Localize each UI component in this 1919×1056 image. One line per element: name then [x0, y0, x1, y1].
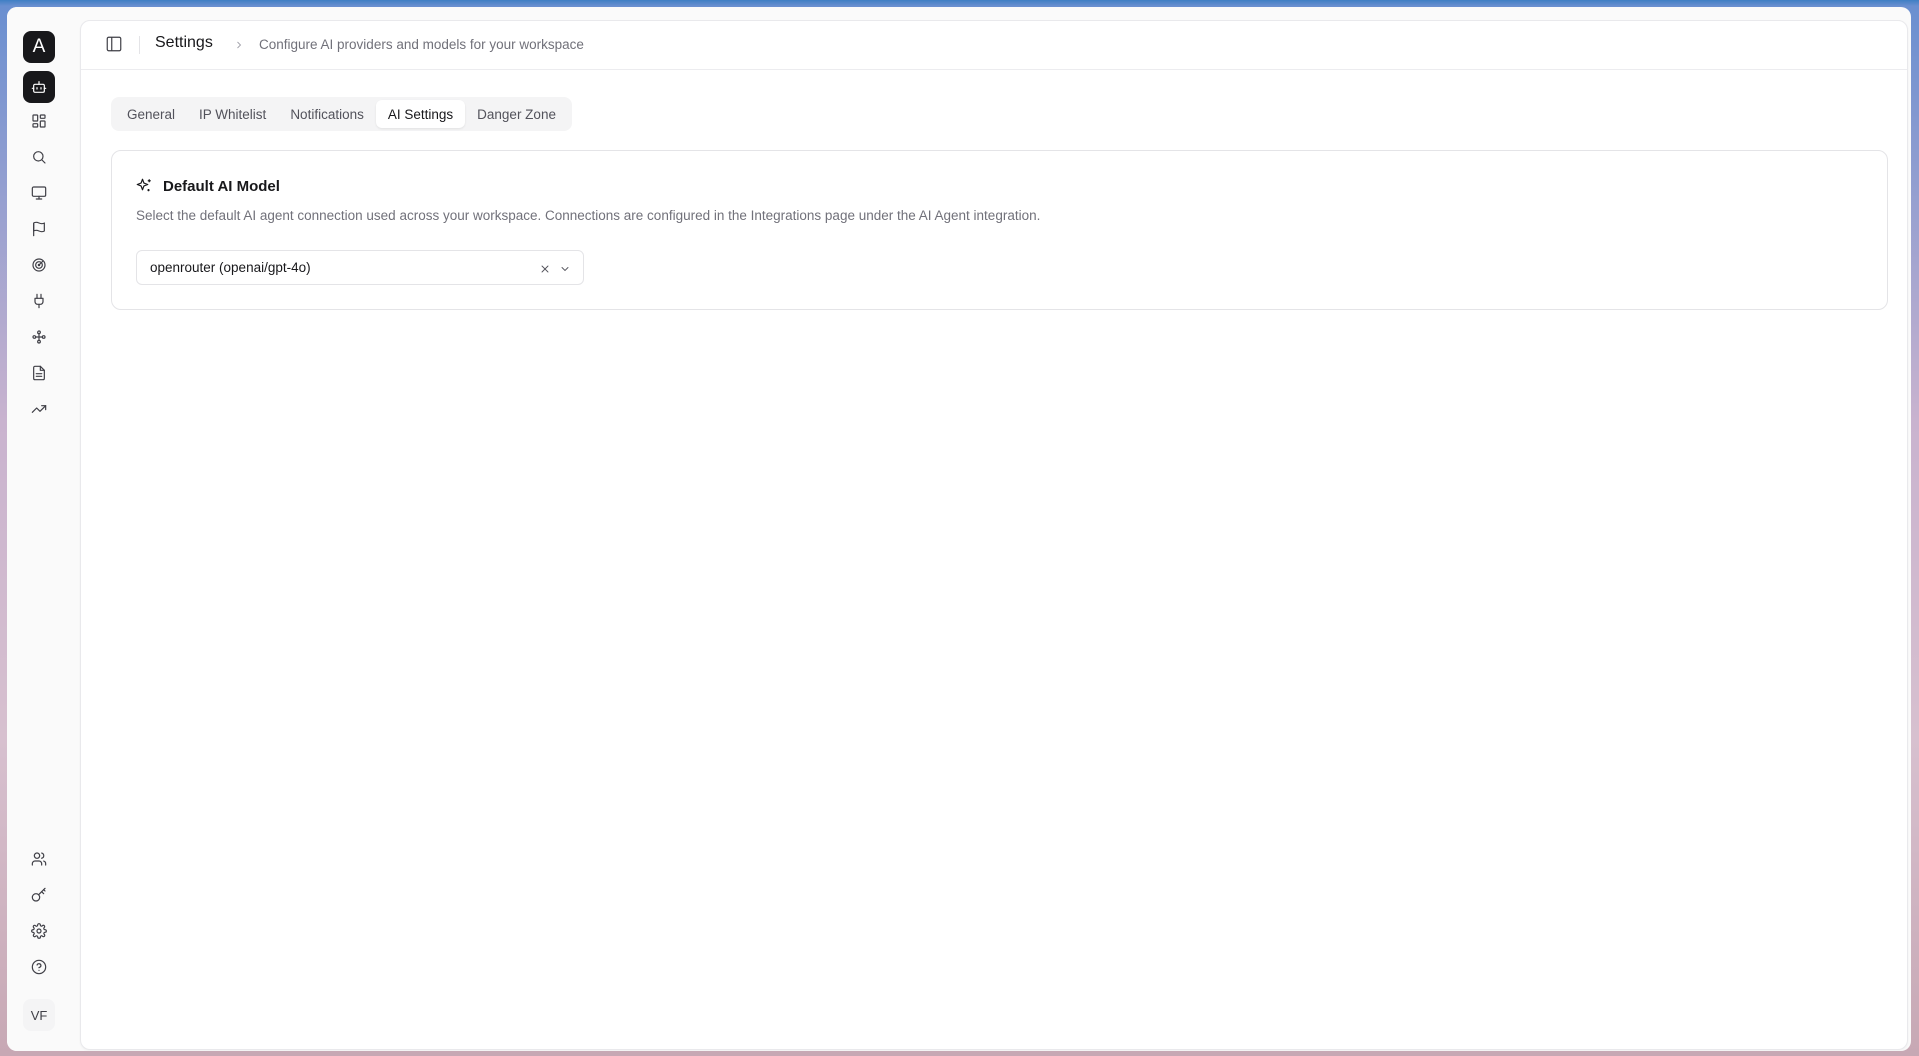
dashboard-icon	[32, 114, 46, 128]
sidebar: A VF	[7, 7, 79, 1051]
app-logo[interactable]: A	[23, 31, 55, 63]
chevron-right-icon	[233, 38, 245, 50]
tab-general[interactable]: General	[115, 100, 187, 128]
document-icon	[33, 365, 45, 381]
clear-selection-button[interactable]	[539, 262, 551, 274]
user-avatar[interactable]: VF	[23, 999, 55, 1031]
sidebar-item-integrations[interactable]	[23, 285, 55, 317]
sidebar-item-analytics[interactable]	[23, 393, 55, 425]
sidebar-toggle-button[interactable]	[105, 35, 123, 53]
monitor-icon	[31, 186, 47, 200]
sidebar-item-flags[interactable]	[23, 213, 55, 245]
page-header: Settings Configure AI providers and mode…	[81, 21, 1907, 70]
app-window: A VF Settings Configure AI providers and…	[7, 7, 1911, 1051]
help-icon	[31, 959, 47, 975]
selected-model-value: openrouter (openai/gpt-4o)	[150, 260, 311, 275]
tab-notifications[interactable]: Notifications	[278, 100, 376, 128]
card-description: Select the default AI agent connection u…	[136, 208, 1041, 223]
sidebar-item-documents[interactable]	[23, 357, 55, 389]
radar-icon	[32, 258, 46, 272]
plug-icon	[34, 293, 44, 309]
search-icon	[33, 151, 46, 164]
sidebar-item-search[interactable]	[23, 141, 55, 173]
sidebar-item-workflows[interactable]	[23, 321, 55, 353]
sparkles-icon	[135, 177, 153, 195]
default-model-select[interactable]: openrouter (openai/gpt-4o)	[136, 250, 584, 285]
app-logo-letter: A	[32, 36, 46, 57]
tab-ai-settings[interactable]: AI Settings	[375, 100, 466, 128]
tab-ip-whitelist[interactable]: IP Whitelist	[187, 100, 278, 128]
settings-tabs: General IP Whitelist Notifications AI Se…	[111, 97, 572, 131]
sidebar-item-agents[interactable]	[23, 71, 55, 103]
workflow-icon	[32, 330, 46, 344]
header-divider	[139, 36, 140, 54]
dropdown-toggle-button[interactable]	[559, 262, 571, 274]
page-title: Settings	[155, 34, 213, 51]
close-icon	[541, 265, 549, 273]
settings-icon	[31, 923, 47, 939]
users-icon	[31, 852, 47, 866]
sidebar-item-radar[interactable]	[23, 249, 55, 281]
chevron-down-icon	[561, 267, 569, 272]
tab-danger-zone[interactable]: Danger Zone	[465, 100, 568, 128]
page-subtitle: Configure AI providers and models for yo…	[259, 37, 584, 52]
trending-up-icon	[31, 405, 47, 413]
flag-icon	[33, 221, 45, 237]
sidebar-item-dashboard[interactable]	[23, 105, 55, 137]
sidebar-item-monitor[interactable]	[23, 177, 55, 209]
sidebar-item-help[interactable]	[23, 951, 55, 983]
sidebar-item-users[interactable]	[23, 843, 55, 875]
user-initials: VF	[30, 1007, 48, 1023]
key-icon	[31, 887, 46, 902]
panel-left-icon	[106, 36, 122, 52]
default-ai-model-card: Default AI Model Select the default AI a…	[111, 150, 1888, 310]
bot-icon	[31, 81, 47, 93]
main-panel: Settings Configure AI providers and mode…	[80, 20, 1908, 1050]
sidebar-item-settings[interactable]	[23, 915, 55, 947]
sidebar-item-api-keys[interactable]	[23, 879, 55, 911]
card-title: Default AI Model	[163, 178, 280, 195]
